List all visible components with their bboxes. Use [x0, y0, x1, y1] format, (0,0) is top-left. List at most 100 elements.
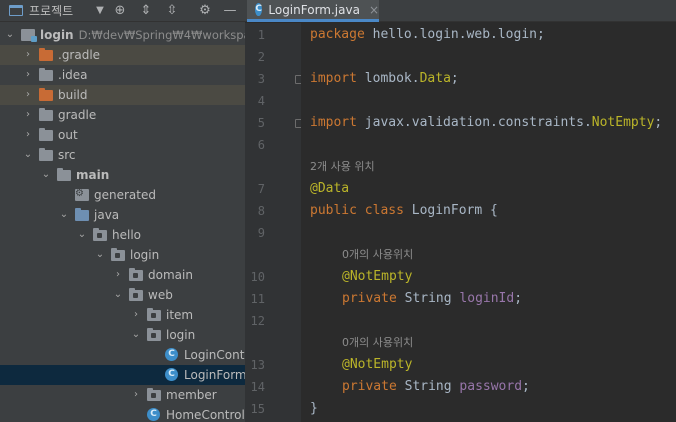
project-view-title[interactable]: 프로젝트: [29, 2, 73, 19]
class-icon: C: [165, 368, 178, 381]
tree-node-item[interactable]: › item: [0, 305, 245, 325]
usage-hint-loginid[interactable]: 0개의 사용위치: [342, 244, 413, 266]
tree-node-text: gradle: [58, 108, 97, 122]
tree-node-src[interactable]: ⌄ src: [0, 145, 245, 165]
code-editor[interactable]: package hello.login.web.login; import lo…: [301, 23, 676, 422]
chevron-down-icon[interactable]: ⌄: [76, 225, 88, 245]
chevron-right-icon[interactable]: ›: [22, 105, 34, 125]
tree-node-text: .idea: [58, 68, 88, 82]
usage-hint-class[interactable]: 2개 사용 위치: [310, 156, 375, 178]
tree-node-gradle[interactable]: › gradle: [0, 105, 245, 125]
code-line-1: package hello.login.web.login;: [310, 27, 545, 42]
tree-node-login[interactable]: ⌄ login D:₩dev₩Spring₩4₩workspace₩: [0, 25, 245, 45]
folder-excluded-icon: [39, 48, 53, 61]
package-icon: [147, 308, 161, 321]
editor-tab-loginform[interactable]: C LoginForm.java ×: [247, 0, 379, 22]
chevron-down-icon[interactable]: ⌄: [130, 325, 142, 345]
tree-node--idea[interactable]: › .idea: [0, 65, 245, 85]
tree-node-web[interactable]: ⌄ web: [0, 285, 245, 305]
chevron-right-icon[interactable]: ›: [22, 85, 34, 105]
expand-all-icon[interactable]: ⇕: [138, 3, 154, 19]
line-number[interactable]: 8: [245, 200, 265, 222]
tree-node-generated[interactable]: generated: [0, 185, 245, 205]
collapse-all-icon[interactable]: ⇳: [164, 3, 180, 19]
chevron-down-icon[interactable]: ⌄: [4, 25, 16, 45]
chevron-down-icon[interactable]: ⌄: [22, 145, 34, 165]
chevron-right-icon[interactable]: ›: [22, 125, 34, 145]
tree-node-text: domain: [148, 268, 193, 282]
line-number[interactable]: 3: [245, 68, 265, 90]
tree-node-label: out: [58, 125, 78, 145]
line-number[interactable]: 6: [245, 134, 265, 156]
close-tab-icon[interactable]: ×: [369, 3, 379, 17]
folder-icon: [39, 68, 53, 81]
chevron-right-icon[interactable]: ›: [112, 265, 124, 285]
folder-excluded-icon: [39, 88, 53, 101]
code-line-3: import lombok.Data;: [310, 71, 459, 86]
code-line-8: public class LoginForm {: [310, 203, 498, 218]
line-number[interactable]: 2: [245, 46, 265, 68]
chevron-right-icon[interactable]: ›: [130, 305, 142, 325]
chevron-down-icon[interactable]: ⌄: [40, 165, 52, 185]
tree-node-text: web: [148, 288, 173, 302]
gear-icon[interactable]: ⚙: [197, 3, 213, 19]
tree-node-hello[interactable]: ⌄ hello: [0, 225, 245, 245]
chevron-right-icon[interactable]: ›: [130, 385, 142, 405]
tree-node-member[interactable]: › member: [0, 385, 245, 405]
tree-node-main[interactable]: ⌄ main: [0, 165, 245, 185]
line-number[interactable]: 1: [245, 24, 265, 46]
line-number[interactable]: 13: [245, 354, 265, 376]
tree-node-out[interactable]: › out: [0, 125, 245, 145]
line-number[interactable]: 4: [245, 90, 265, 112]
line-number[interactable]: 15: [245, 398, 265, 420]
hide-panel-icon[interactable]: —: [222, 3, 238, 19]
tree-node-text: login: [40, 28, 74, 42]
code-line-14: private String password;: [342, 379, 530, 394]
tree-node-label: gradle: [58, 105, 96, 125]
tree-node-login[interactable]: ⌄ login: [0, 245, 245, 265]
code-line-15: }: [310, 401, 318, 416]
tree-node-text: LoginContr: [184, 348, 245, 362]
tree-node-label: login: [166, 325, 195, 345]
tree-node-label: web: [148, 285, 173, 305]
package-icon: [129, 268, 143, 281]
view-dropdown-chevron-icon[interactable]: ▼: [92, 3, 108, 19]
tree-node-label: domain: [148, 265, 193, 285]
package-icon: [111, 248, 125, 261]
tab-label: LoginForm.java: [268, 2, 360, 17]
project-path-hint: D:₩dev₩Spring₩4₩workspace₩: [78, 28, 245, 42]
tree-node-login[interactable]: ⌄ login: [0, 325, 245, 345]
tree-node--gradle[interactable]: › .gradle: [0, 45, 245, 65]
class-icon: C: [147, 408, 160, 421]
line-number[interactable]: 11: [245, 288, 265, 310]
line-number[interactable]: 5: [245, 112, 265, 134]
tree-node-text: generated: [94, 188, 156, 202]
line-number[interactable]: 14: [245, 376, 265, 398]
module-icon: [21, 29, 37, 42]
code-line-7: @Data: [310, 181, 350, 196]
tree-node-label: .gradle: [58, 45, 100, 65]
usage-hint-password[interactable]: 0개의 사용위치: [342, 332, 413, 354]
tree-node-java[interactable]: ⌄ java: [0, 205, 245, 225]
line-number[interactable]: 7: [245, 178, 265, 200]
tree-node-build[interactable]: › build: [0, 85, 245, 105]
tree-node-domain[interactable]: › domain: [0, 265, 245, 285]
chevron-down-icon[interactable]: ⌄: [58, 205, 70, 225]
chevron-down-icon[interactable]: ⌄: [112, 285, 124, 305]
tree-node-text: HomeControlle: [166, 408, 245, 422]
line-number[interactable]: 12: [245, 310, 265, 332]
tree-node-loginform[interactable]: C LoginForm: [0, 365, 245, 385]
line-number[interactable]: 9: [245, 222, 265, 244]
line-number[interactable]: 10: [245, 266, 265, 288]
chevron-down-icon[interactable]: ⌄: [94, 245, 106, 265]
tree-node-homecontrolle[interactable]: C HomeControlle: [0, 405, 245, 422]
chevron-right-icon[interactable]: ›: [22, 45, 34, 65]
class-icon: C: [165, 348, 178, 361]
locate-file-icon[interactable]: ⊕: [112, 3, 128, 19]
tree-node-text: login: [166, 328, 196, 342]
tree-node-text: build: [58, 88, 88, 102]
tree-node-logincontr[interactable]: C LoginContr: [0, 345, 245, 365]
project-tool-window: 프로젝트 ▼ ⊕ ⇕ ⇳ ⚙ — ⌄ login D:₩dev₩Spring₩4₩w…: [0, 0, 245, 422]
folder-icon: [39, 108, 53, 121]
chevron-right-icon[interactable]: ›: [22, 65, 34, 85]
